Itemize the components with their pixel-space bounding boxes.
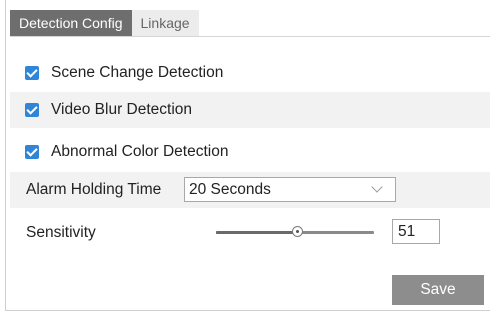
sensitivity-slider[interactable] [216, 226, 374, 237]
save-button[interactable]: Save [392, 275, 484, 305]
tab-bar: Detection Config Linkage [10, 10, 199, 36]
scene-change-row[interactable]: Scene Change Detection [10, 55, 490, 91]
scene-change-checkbox[interactable] [25, 66, 39, 80]
video-blur-checkbox[interactable] [25, 103, 39, 117]
sensitivity-input[interactable]: 51 [392, 219, 440, 244]
tab-detection-config[interactable]: Detection Config [10, 10, 132, 36]
chevron-down-icon [371, 181, 383, 193]
sensitivity-slider-handle[interactable] [292, 226, 303, 237]
tab-divider [10, 36, 490, 37]
tab-linkage[interactable]: Linkage [131, 10, 199, 36]
alarm-holding-select[interactable]: 20 Seconds [184, 177, 396, 202]
abnormal-color-row[interactable]: Abnormal Color Detection [10, 134, 490, 170]
alarm-holding-label: Alarm Holding Time [26, 181, 162, 198]
abnormal-color-checkbox[interactable] [25, 145, 39, 159]
alarm-holding-value: 20 Seconds [189, 181, 271, 198]
scene-change-label: Scene Change Detection [51, 64, 224, 81]
sensitivity-label: Sensitivity [26, 224, 96, 241]
video-blur-label: Video Blur Detection [51, 101, 193, 118]
video-blur-row[interactable]: Video Blur Detection [10, 92, 490, 128]
abnormal-color-label: Abnormal Color Detection [51, 143, 229, 160]
sensitivity-slider-fill [216, 231, 297, 234]
